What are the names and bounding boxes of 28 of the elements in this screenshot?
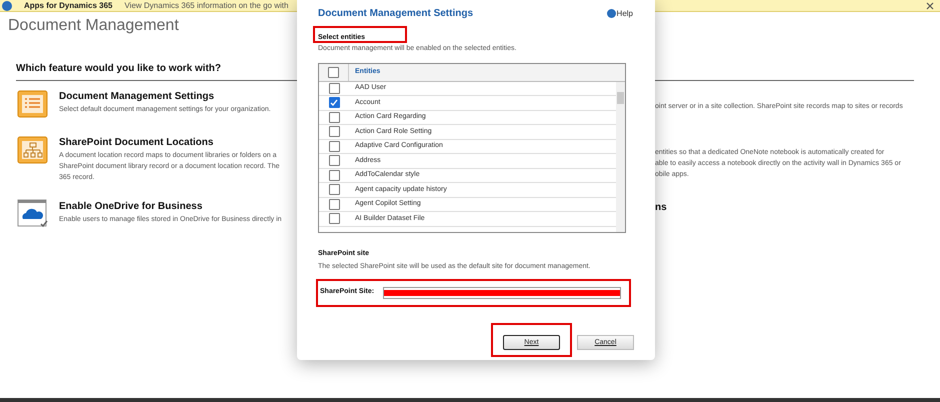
- entity-checkbox[interactable]: [328, 184, 340, 196]
- feature-title[interactable]: Enable OneDrive for Business: [59, 199, 282, 214]
- checkmark-icon: [330, 98, 338, 107]
- scrollbar[interactable]: [616, 82, 625, 232]
- page-title: Document Management: [8, 16, 179, 36]
- sharepoint-site-field[interactable]: [383, 286, 622, 298]
- cloud-window-icon: [17, 199, 49, 229]
- entity-checkbox[interactable]: [328, 170, 340, 181]
- entity-checkbox[interactable]: [328, 198, 340, 210]
- entity-checkbox[interactable]: [328, 82, 340, 94]
- entity-checkbox[interactable]: [328, 140, 340, 152]
- feature-title[interactable]: ns: [655, 200, 667, 215]
- hierarchy-icon: [17, 135, 49, 165]
- help-link[interactable]: Help: [606, 8, 633, 20]
- section-heading: Which feature would you like to work with?: [16, 63, 222, 74]
- feature-title[interactable]: SharePoint Document Locations: [59, 135, 280, 150]
- entity-checkbox[interactable]: [328, 126, 340, 138]
- feature-title[interactable]: Document Management Settings: [59, 89, 271, 104]
- entity-checkbox[interactable]: [328, 213, 340, 224]
- entity-checkbox[interactable]: [328, 112, 340, 123]
- entity-checkbox[interactable]: [328, 155, 340, 166]
- banner-message: View Dynamics 365 information on the go with: [124, 0, 288, 12]
- close-icon[interactable]: [926, 2, 934, 10]
- banner-title: Apps for Dynamics 365: [24, 0, 112, 12]
- list-document-icon: [17, 89, 49, 119]
- entity-checkbox[interactable]: [328, 97, 340, 108]
- select-all-checkbox[interactable]: [328, 66, 339, 78]
- dialog-title: Document Management Settings: [318, 7, 474, 21]
